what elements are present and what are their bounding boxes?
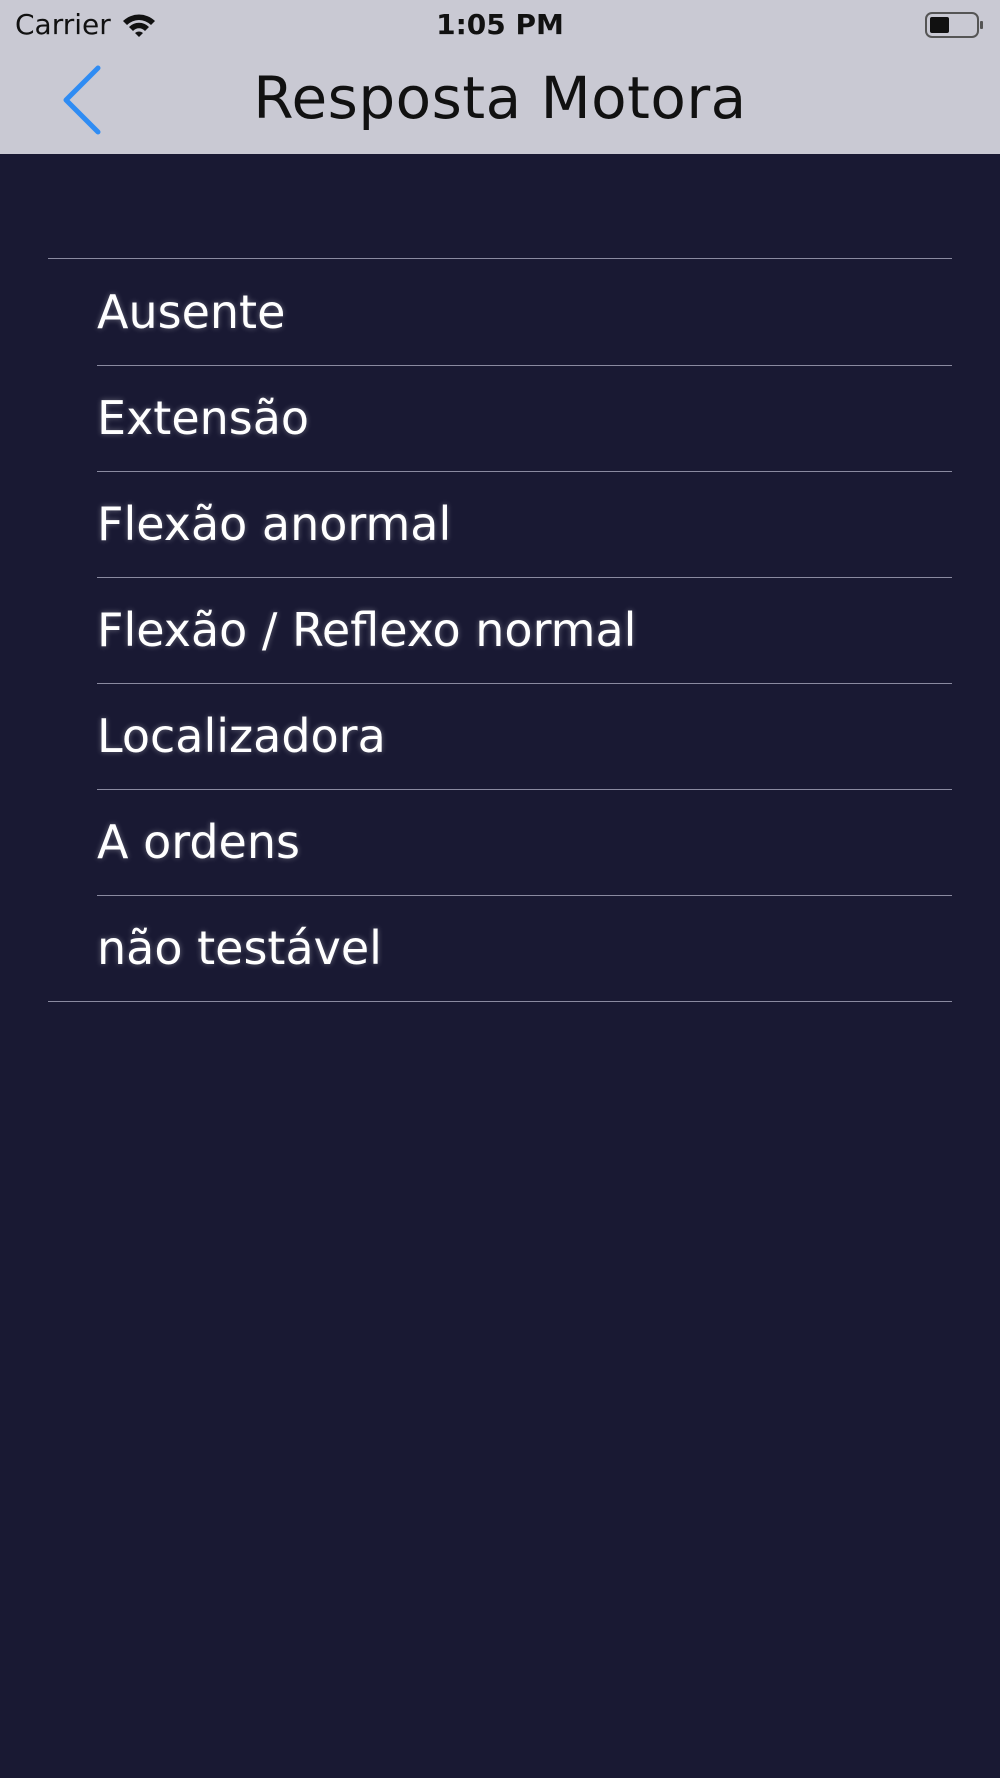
- list-item-label: Extensão: [97, 391, 310, 445]
- list-item-label: A ordens: [97, 815, 300, 869]
- list-item-ausente[interactable]: Ausente: [48, 259, 952, 365]
- list-item-flexao-anormal[interactable]: Flexão anormal: [48, 471, 952, 577]
- list-item-localizadora[interactable]: Localizadora: [48, 683, 952, 789]
- list-item-a-ordens[interactable]: A ordens: [48, 789, 952, 895]
- option-list: Ausente Extensão Flexão anormal Flexão /…: [48, 258, 952, 1002]
- list-item-nao-testavel[interactable]: não testável: [48, 895, 952, 1001]
- list-item-label: Ausente: [97, 285, 286, 339]
- list-item-label: Flexão anormal: [97, 497, 452, 551]
- list-item-flexao-reflexo-normal[interactable]: Flexão / Reflexo normal: [48, 577, 952, 683]
- list-item-extensao[interactable]: Extensão: [48, 365, 952, 471]
- list-item-label: Localizadora: [97, 709, 386, 763]
- status-bar: Carrier 1:05 PM: [0, 0, 1000, 50]
- list-item-label: Flexão / Reflexo normal: [97, 603, 637, 657]
- page-title: Resposta Motora: [253, 64, 747, 132]
- list-item-label: não testável: [97, 921, 382, 975]
- navigation-bar: Resposta Motora: [0, 50, 1000, 154]
- top-bar: Carrier 1:05 PM Resposta Motora: [0, 0, 1000, 154]
- status-time: 1:05 PM: [436, 8, 564, 41]
- battery-icon: [925, 11, 985, 39]
